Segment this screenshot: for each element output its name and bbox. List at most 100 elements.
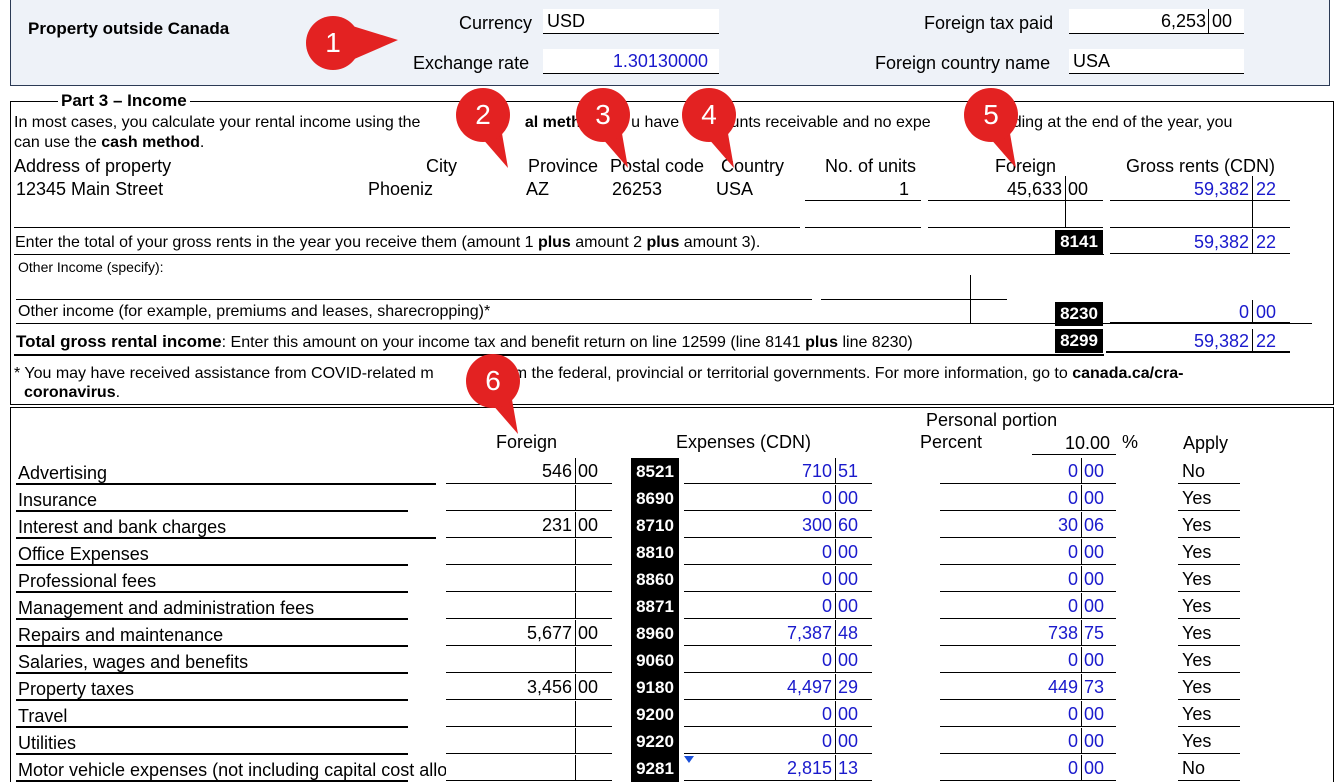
province-value: AZ <box>526 179 550 199</box>
cents-divider <box>575 512 576 538</box>
col-gross-rents: Gross rents (CDN) <box>1126 156 1276 176</box>
other-income-specify-label: Other Income (specify): <box>18 259 164 275</box>
expense-cdn-dollars: 0 <box>821 569 832 589</box>
total-gross-rental-income-dollars: 59,382 <box>1193 331 1249 351</box>
foreign-country-name-value: USA <box>1073 51 1111 71</box>
other-income-dollars: 0 <box>1238 302 1249 322</box>
expense-line-code: 8960 <box>631 620 679 647</box>
foreign-rent-cents: 00 <box>1068 179 1089 199</box>
expense-foreign-dollars: 546 <box>541 461 572 481</box>
expense-foreign-field[interactable] <box>446 566 612 592</box>
gross-rent-cents: 22 <box>1256 179 1277 199</box>
expense-label-rule <box>16 510 408 512</box>
callout-marker: 6 <box>466 352 526 434</box>
expense-label-rule <box>16 753 408 755</box>
cents-divider <box>1081 674 1082 700</box>
personal-portion-cents: 00 <box>1084 596 1105 616</box>
expense-cdn-dollars: 7,387 <box>786 623 832 643</box>
other-income-specify-field[interactable] <box>16 275 812 300</box>
part3-intro-line2: can use the cash method. <box>14 134 205 151</box>
cents-divider <box>835 458 836 484</box>
postal-value: 26253 <box>612 179 663 199</box>
expense-cdn-dollars: 0 <box>821 596 832 616</box>
expense-cdn-dollars: 710 <box>801 461 832 481</box>
expense-label: Utilities <box>18 733 77 753</box>
expense-line-code: 9281 <box>631 755 679 782</box>
expense-foreign-field[interactable] <box>446 593 612 619</box>
other-income-amount-field[interactable] <box>821 275 1007 300</box>
other-income-amount-field-2[interactable] <box>821 300 1007 323</box>
apply-value: No <box>1182 461 1206 481</box>
apply-value: Yes <box>1182 542 1212 562</box>
personal-portion-label: Personal portion <box>926 410 1058 430</box>
expense-foreign-field[interactable] <box>446 647 612 673</box>
line-code-8299: 8299 <box>1055 329 1103 353</box>
expense-label: Interest and bank charges <box>18 517 227 537</box>
cents-divider <box>1252 229 1253 254</box>
apply-value: Yes <box>1182 488 1212 508</box>
foreign-rent-field-2[interactable] <box>928 203 1103 228</box>
expense-label-rule <box>16 537 436 539</box>
units-field-2[interactable] <box>805 203 921 228</box>
part3-title: Part 3 – Income <box>58 91 190 111</box>
expense-foreign-cents: 00 <box>578 623 599 643</box>
units-value: 1 <box>898 179 909 199</box>
expense-cdn-cents: 13 <box>838 758 859 778</box>
expense-foreign-cents: 00 <box>578 677 599 697</box>
currency-label: Currency <box>459 13 533 33</box>
cents-divider <box>575 728 576 754</box>
cents-divider <box>835 620 836 646</box>
personal-portion-dollars: 0 <box>1067 758 1078 778</box>
expense-line-code: 8710 <box>631 512 679 539</box>
cents-divider <box>1208 9 1209 34</box>
personal-portion-cents: 00 <box>1084 731 1105 751</box>
gross-rent-field-2[interactable] <box>1110 203 1290 228</box>
expense-cdn-dollars: 2,815 <box>786 758 832 778</box>
expense-foreign-field[interactable] <box>446 755 612 781</box>
expense-foreign-field[interactable] <box>446 539 612 565</box>
foreign-tax-cents: 00 <box>1212 11 1233 31</box>
total-gross-rental-income-label: Total gross rental income: Enter this am… <box>16 332 913 352</box>
apply-value: Yes <box>1182 650 1212 670</box>
callout-number: 3 <box>595 99 611 130</box>
cents-divider <box>1081 620 1082 646</box>
expense-cdn-cents: 00 <box>838 731 859 751</box>
cents-divider <box>835 593 836 619</box>
total-gross-rents-cents: 22 <box>1256 232 1277 252</box>
address-field-2[interactable] <box>14 203 800 228</box>
dropdown-indicator-icon[interactable] <box>684 756 694 763</box>
total-gross-rents-label: Enter the total of your gross rents in t… <box>15 234 761 251</box>
percent-value: 10.00 <box>1064 433 1110 453</box>
personal-portion-cents: 00 <box>1084 542 1105 562</box>
other-income-cents: 00 <box>1256 302 1277 322</box>
cents-divider <box>575 485 576 511</box>
cents-divider <box>835 485 836 511</box>
callout-number: 2 <box>475 99 491 130</box>
cents-divider <box>835 566 836 592</box>
cents-divider <box>1081 728 1082 754</box>
callout-marker: 5 <box>964 86 1024 168</box>
cents-divider <box>1081 512 1082 538</box>
cents-divider <box>835 755 836 781</box>
callout-marker: 2 <box>456 86 516 168</box>
cents-divider <box>835 647 836 673</box>
cents-divider <box>970 275 971 300</box>
expense-cdn-cents: 00 <box>838 542 859 562</box>
expense-label-rule <box>16 726 408 728</box>
expense-cdn-dollars: 4,497 <box>786 677 832 697</box>
personal-portion-cents: 75 <box>1084 623 1105 643</box>
total-gross-rents-dollars: 59,382 <box>1193 232 1249 252</box>
exchange-rate-value: 1.30130000 <box>612 51 708 71</box>
expense-label: Insurance <box>18 490 98 510</box>
expense-foreign-field[interactable] <box>446 485 612 511</box>
cents-divider <box>575 539 576 565</box>
cents-divider <box>1081 458 1082 484</box>
gross-rent-dollars: 59,382 <box>1193 179 1249 199</box>
expense-foreign-field[interactable] <box>446 701 612 727</box>
expense-label: Property taxes <box>18 679 135 699</box>
cents-divider <box>1081 755 1082 781</box>
cents-divider <box>1252 329 1253 353</box>
covid-footnote-line2: coronavirus. <box>24 384 121 401</box>
personal-portion-dollars: 0 <box>1067 569 1078 589</box>
expense-foreign-field[interactable] <box>446 728 612 754</box>
